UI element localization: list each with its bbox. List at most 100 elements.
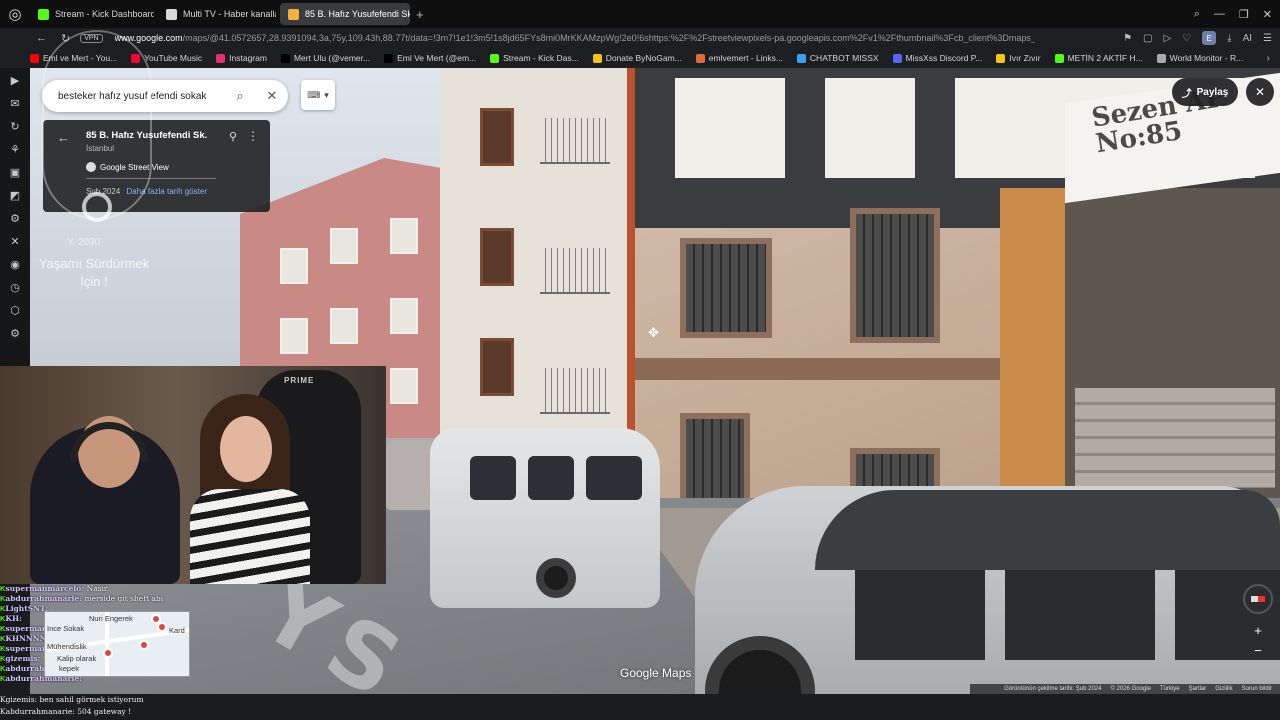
bookmark-label: CHATBOT MISSX bbox=[809, 53, 879, 63]
screen: ◎ Stream - Kick Dashboard Multi TV - Hab… bbox=[0, 0, 1280, 720]
van-window bbox=[528, 456, 574, 500]
facade-panel bbox=[825, 78, 915, 178]
pin-icon[interactable]: ⚲ bbox=[229, 130, 237, 143]
tab-multi-tv[interactable]: Multi TV - Haber kanalları bbox=[158, 3, 276, 25]
menu-icon[interactable]: ☰ bbox=[1263, 33, 1272, 44]
history-icon[interactable]: ◷ bbox=[10, 281, 20, 294]
bookmark-item[interactable]: Eml Ve Mert (@em... bbox=[384, 53, 476, 63]
sidebar-app-icon[interactable]: ▣ bbox=[10, 166, 20, 179]
footer-link: © 2026 Google bbox=[1110, 686, 1151, 692]
chat-overlay-bottom: Kgizemis: ben sahil görmek istiyorum Kabd… bbox=[0, 694, 520, 720]
bookmark-item[interactable]: Mert Ulu (@vemer... bbox=[280, 53, 371, 63]
settings-icon[interactable]: ⚙ bbox=[10, 327, 20, 340]
bookmark-label: MissXss Discord P... bbox=[905, 53, 983, 63]
window-controls: ⌕ — ❐ ✕ bbox=[1194, 0, 1272, 28]
balcony bbox=[540, 368, 610, 414]
minimize-icon[interactable]: — bbox=[1214, 8, 1225, 20]
window bbox=[680, 238, 772, 338]
sidebar-app-icon[interactable]: ▶ bbox=[11, 74, 19, 87]
bookmark-item[interactable]: MissXss Discord P... bbox=[892, 53, 983, 63]
bookmark-item[interactable]: Donate ByNoGam... bbox=[592, 53, 682, 63]
download-icon[interactable]: ⤓ bbox=[1227, 33, 1231, 44]
bookmark-item[interactable]: METİN 2 AKTİF H... bbox=[1054, 53, 1143, 63]
bookmark-item[interactable]: CHATBOT MISSX bbox=[796, 53, 879, 63]
share-button[interactable]: ⤴ Paylaş bbox=[1172, 78, 1238, 106]
chat-username: KHNNNN: bbox=[5, 634, 49, 643]
bookmark-favicon-icon bbox=[216, 53, 226, 63]
sidebar-app-icon[interactable]: ⚙ bbox=[10, 212, 20, 225]
chat-username: supermanmarcelo: bbox=[5, 584, 87, 593]
google-maps-logo: Google Maps bbox=[620, 666, 692, 680]
bookmark-favicon-icon bbox=[892, 53, 902, 63]
facade-band bbox=[635, 358, 1055, 380]
tab-kick-dashboard[interactable]: Stream - Kick Dashboard bbox=[30, 3, 154, 25]
balcony bbox=[540, 248, 610, 294]
bookmark-item[interactable]: Ivır Zıvır bbox=[996, 53, 1041, 63]
layers-button[interactable]: ⌨ ▾ bbox=[301, 80, 335, 110]
url-field[interactable]: www.google.com/maps/@41.0572657,28.93910… bbox=[115, 33, 1035, 43]
chevron-down-icon: ▾ bbox=[324, 89, 329, 100]
chat-message: Ksupermanmarcelo: Nasır bbox=[0, 584, 200, 594]
footer-link[interactable]: Şartlar bbox=[1189, 686, 1207, 692]
close-window-icon[interactable]: ✕ bbox=[1263, 8, 1272, 21]
window bbox=[680, 413, 750, 508]
close-street-view-button[interactable]: ✕ bbox=[1246, 78, 1274, 106]
search-icon[interactable]: ⌕ bbox=[224, 88, 256, 104]
share-icon: ⤴ bbox=[1181, 88, 1192, 100]
chat-message: Kabdurrahmanarie: merside git sheft abi bbox=[0, 594, 200, 604]
back-icon[interactable]: ← bbox=[36, 32, 47, 44]
kick-icon bbox=[38, 8, 49, 20]
extensions-icon[interactable]: ⬡ bbox=[10, 304, 20, 317]
chat-text: 504 gateway ! bbox=[77, 707, 132, 716]
profile-avatar[interactable]: E bbox=[1202, 31, 1217, 45]
plus-icon[interactable]: + bbox=[416, 7, 424, 22]
nav-buttons: ← ↻ bbox=[0, 32, 70, 45]
sidebar-app-icon[interactable]: ⚘ bbox=[10, 143, 20, 156]
ai-button[interactable]: AI bbox=[1243, 33, 1252, 44]
compass-needle bbox=[1251, 596, 1265, 602]
overlay-caption: Yaşamı Sürdürmek İçin ! bbox=[30, 255, 158, 291]
map-pin-icon bbox=[139, 640, 149, 650]
bookmark-item[interactable]: Stream - Kick Das... bbox=[490, 53, 579, 63]
bookmark-item[interactable]: World Monitor - R... bbox=[1156, 53, 1243, 63]
bookmark-item[interactable]: emlvemert - Links... bbox=[695, 53, 783, 63]
heart-icon[interactable]: ♡ bbox=[1182, 33, 1191, 44]
sidebar: ▶ ✉ ↻ ⚘ ▣ ◩ ⚙ ✕ ◉ ◷ ⬡ ⚙ bbox=[0, 68, 30, 368]
snapshot-icon[interactable]: ▢ bbox=[1143, 33, 1152, 44]
browser-logo-icon[interactable]: ◎ bbox=[0, 0, 30, 28]
window-grill bbox=[686, 244, 766, 332]
footer-link[interactable]: Sorun bildir bbox=[1242, 686, 1272, 692]
balcony bbox=[540, 118, 610, 164]
footer-link[interactable]: Gizlilik bbox=[1215, 686, 1232, 692]
sidebar-app-icon[interactable]: ✕ bbox=[10, 235, 19, 248]
bookmark-label: Mert Ulu (@vemer... bbox=[293, 53, 371, 63]
tab-google-maps[interactable]: 85 B. Hafız Yusufefendi Sk ✕ bbox=[280, 3, 410, 25]
bookmark-icon[interactable]: ⚑ bbox=[1123, 33, 1132, 44]
maximize-icon[interactable]: ❐ bbox=[1239, 8, 1249, 21]
search-tabs-icon[interactable]: ⌕ bbox=[1194, 8, 1200, 21]
chat-text: ben sahil görmek istiyorum bbox=[39, 695, 144, 704]
sidebar-app-icon[interactable]: ◩ bbox=[10, 189, 20, 202]
play-icon[interactable]: ▷ bbox=[1163, 33, 1171, 44]
suv-window bbox=[1005, 570, 1155, 660]
facade-panel bbox=[675, 78, 785, 178]
sidebar-app-icon[interactable]: ↻ bbox=[10, 120, 19, 133]
clear-search-icon[interactable]: ✕ bbox=[256, 88, 288, 104]
caption-line-1: Yaşamı Sürdürmek bbox=[38, 256, 150, 271]
more-options-icon[interactable]: ⋮ bbox=[247, 129, 259, 143]
sidebar-app-icon[interactable]: ◉ bbox=[10, 258, 20, 271]
caption-line-2: İçin ! bbox=[80, 274, 108, 289]
bookmark-label: emlvemert - Links... bbox=[708, 53, 783, 63]
wheel bbox=[536, 558, 576, 598]
compass-icon[interactable] bbox=[1243, 584, 1273, 614]
bookmark-favicon-icon bbox=[695, 53, 705, 63]
map-label: Ince Sokak bbox=[47, 624, 85, 633]
bookmark-favicon-icon bbox=[996, 53, 1006, 63]
bookmark-item[interactable]: Instagram bbox=[216, 53, 267, 63]
sidebar-app-icon[interactable]: ✉ bbox=[10, 97, 19, 110]
bookmarks-overflow-icon[interactable]: › bbox=[1267, 53, 1270, 64]
streamer-right bbox=[190, 394, 310, 584]
zoom-in-button[interactable]: + bbox=[1254, 623, 1262, 638]
window bbox=[480, 338, 514, 396]
zoom-out-button[interactable]: − bbox=[1254, 643, 1262, 658]
